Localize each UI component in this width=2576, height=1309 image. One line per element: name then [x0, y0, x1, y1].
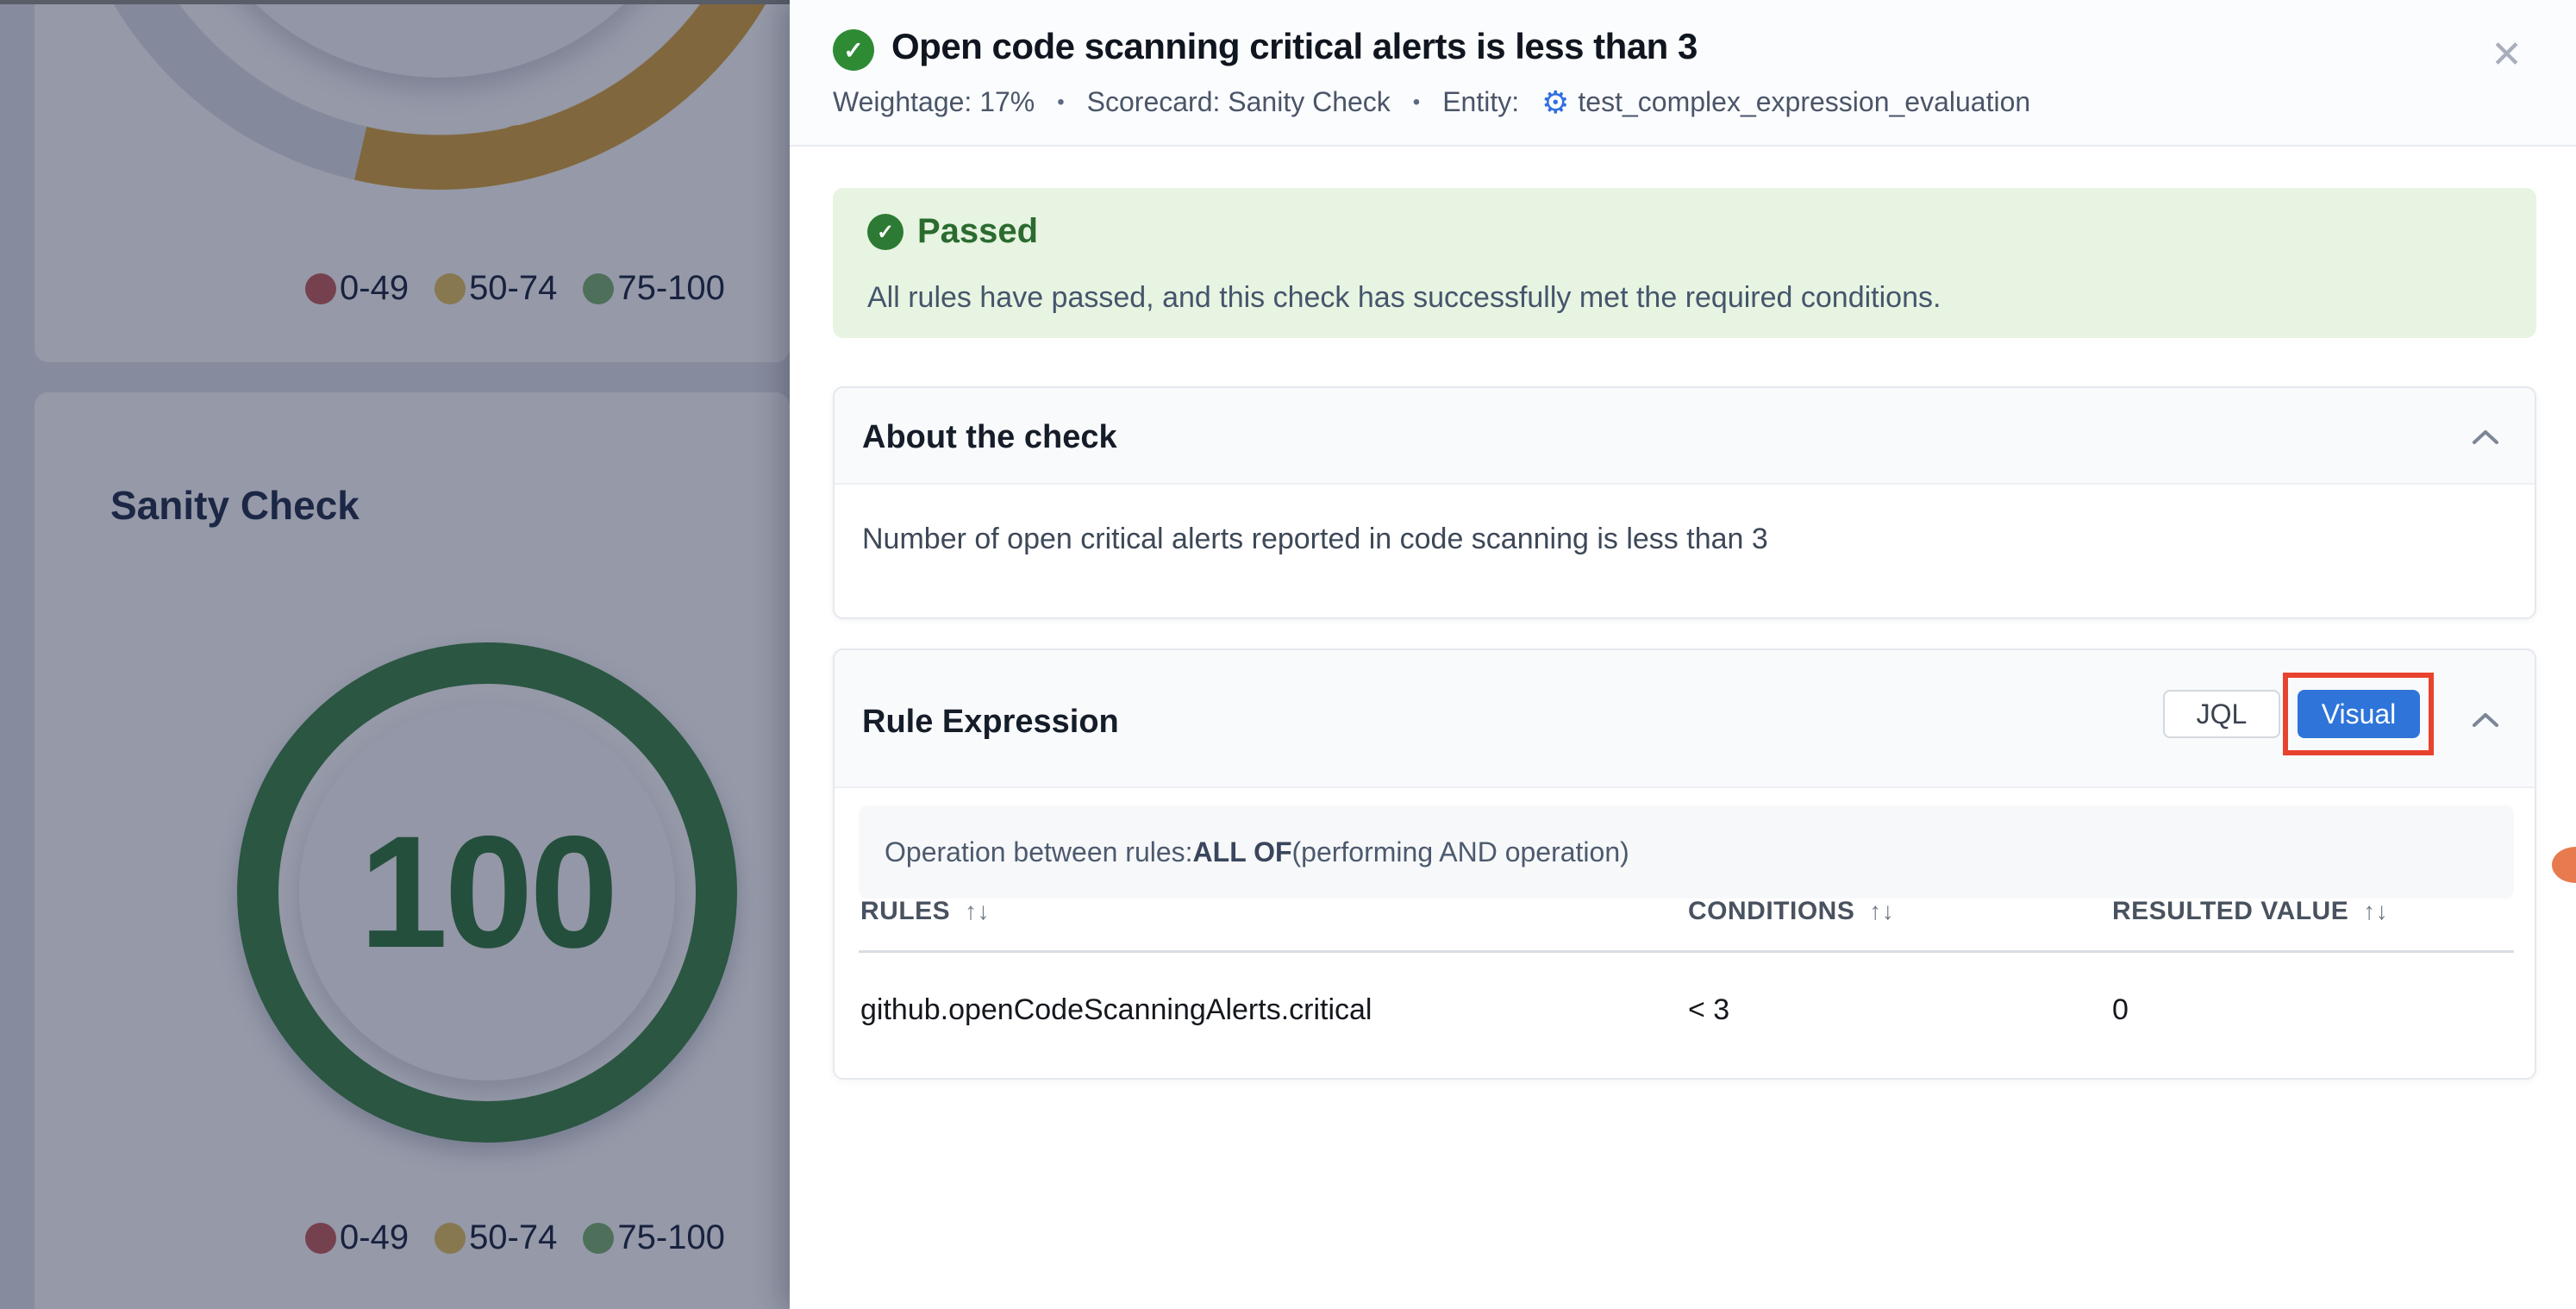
chevron-up-icon[interactable] — [2471, 711, 2500, 730]
check-title: Open code scanning critical alerts is le… — [891, 26, 1698, 67]
drawer-header: ✓ Open code scanning critical alerts is … — [790, 0, 2576, 147]
modal-dim-overlay[interactable] — [0, 0, 790, 1309]
entity-label: Entity: — [1442, 86, 1519, 118]
column-header-conditions[interactable]: CONDITIONS ↑↓ — [1688, 897, 2112, 926]
jql-toggle-button[interactable]: JQL — [2163, 690, 2280, 738]
about-body-text: Number of open critical alerts reported … — [862, 523, 1768, 556]
check-circle-icon: ✓ — [867, 214, 903, 250]
dashboard-background: 0-49 50-74 75-100 Sanity Check 100 — [0, 0, 790, 1309]
check-glyph: ✓ — [843, 36, 863, 65]
about-the-check-panel: About the check Number of open critical … — [833, 386, 2536, 619]
visual-toggle-button[interactable]: Visual — [2298, 690, 2420, 738]
operation-prefix: Operation between rules: — [885, 836, 1193, 868]
rule-expression-panel: Rule Expression JQL Visual Operation bet… — [833, 648, 2536, 1080]
entity-value: test_complex_expression_evaluation — [1578, 86, 2030, 118]
column-label: RESULTED VALUE — [2112, 897, 2348, 925]
about-panel-header[interactable]: About the check — [835, 388, 2535, 485]
panel-title: About the check — [862, 419, 1117, 456]
column-header-rules[interactable]: RULES ↑↓ — [860, 897, 1688, 926]
rules-table-header: RULES ↑↓ CONDITIONS ↑↓ RESULTED VALUE ↑↓ — [860, 897, 2512, 926]
weightage-value: Weightage: 17% — [833, 86, 1035, 118]
operation-between-rules-bar: Operation between rules: ALL OF (perform… — [859, 805, 2514, 899]
window-top-edge — [0, 0, 790, 4]
sort-icon[interactable]: ↑↓ — [965, 898, 990, 924]
sort-icon[interactable]: ↑↓ — [2363, 898, 2388, 924]
column-header-resulted-value[interactable]: RESULTED VALUE ↑↓ — [2112, 897, 2512, 926]
rule-name-cell: github.openCodeScanningAlerts.critical — [860, 993, 1688, 1027]
entity-link[interactable]: ⚙ test_complex_expression_evaluation — [1541, 86, 2030, 118]
table-row: github.openCodeScanningAlerts.critical <… — [860, 993, 2512, 1027]
check-glyph: ✓ — [877, 220, 894, 245]
operation-suffix: (performing AND operation) — [1292, 836, 1629, 868]
status-description: All rules have passed, and this check ha… — [867, 281, 1941, 315]
bullet-separator: • — [1413, 91, 1420, 115]
rule-panel-header: Rule Expression JQL Visual — [835, 650, 2535, 788]
sort-icon[interactable]: ↑↓ — [1869, 898, 1894, 924]
column-label: RULES — [860, 897, 950, 925]
check-passed-icon: ✓ — [833, 29, 874, 71]
check-details-drawer: ✓ Open code scanning critical alerts is … — [790, 0, 2576, 1309]
bullet-separator: • — [1057, 91, 1064, 115]
table-header-divider — [859, 950, 2514, 953]
gear-icon: ⚙ — [1541, 87, 1569, 118]
column-label: CONDITIONS — [1688, 897, 1854, 925]
operation-mode: ALL OF — [1193, 836, 1292, 868]
passed-status-banner: ✓ Passed All rules have passed, and this… — [833, 188, 2536, 338]
panel-title: Rule Expression — [862, 704, 1119, 741]
chevron-up-icon[interactable] — [2471, 428, 2500, 447]
condition-cell: < 3 — [1688, 993, 2112, 1027]
status-title: Passed — [917, 212, 1038, 251]
scorecard-value: Scorecard: Sanity Check — [1087, 86, 1391, 118]
close-icon[interactable]: ✕ — [2491, 36, 2523, 74]
check-meta: Weightage: 17% • Scorecard: Sanity Check… — [833, 86, 2030, 118]
resulted-value-cell: 0 — [2112, 993, 2512, 1027]
screen: 0-49 50-74 75-100 Sanity Check 100 — [0, 0, 2576, 1309]
